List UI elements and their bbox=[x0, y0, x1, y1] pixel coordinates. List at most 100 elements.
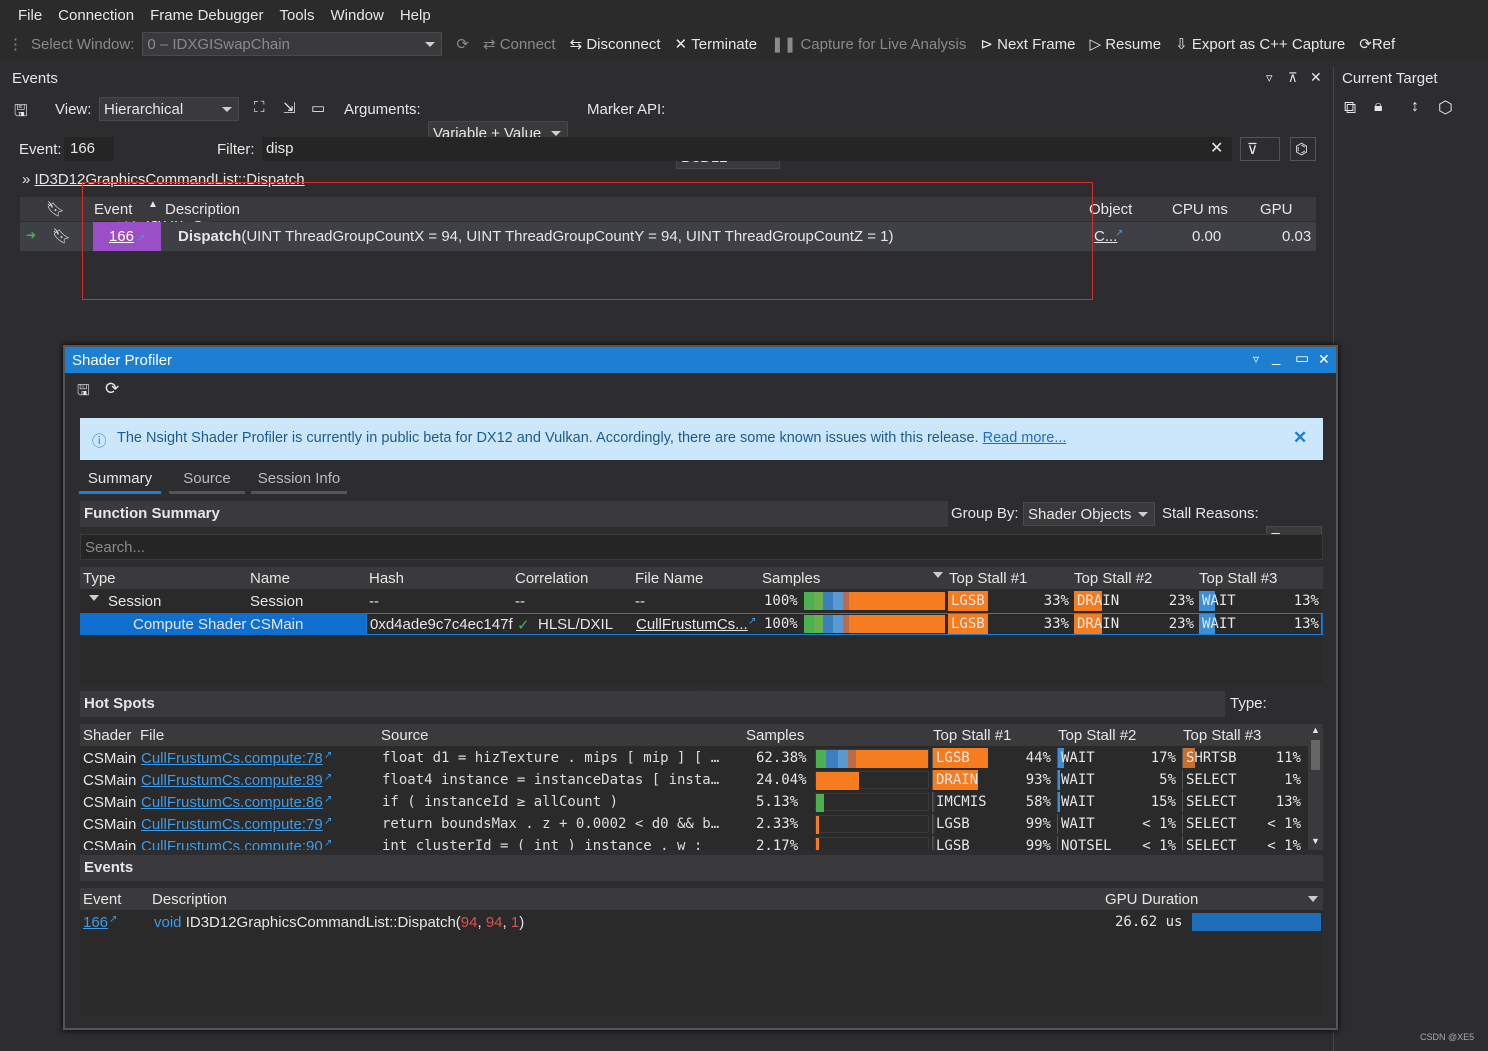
panel-menu-icon[interactable]: ▿ bbox=[1266, 70, 1273, 86]
bookmark-icon[interactable]: 🔖︎ bbox=[46, 200, 65, 218]
hs-col-stall1[interactable]: Top Stall #1 bbox=[933, 727, 1011, 744]
check-icon: ✓ bbox=[517, 617, 530, 634]
search-input[interactable]: Search... bbox=[80, 534, 1323, 560]
maximize-icon[interactable]: ▭ bbox=[1295, 349, 1309, 367]
next-frame-button[interactable]: ⊳ Next Frame bbox=[980, 35, 1075, 54]
lock-icon[interactable]: 🔒︎ bbox=[1374, 98, 1383, 116]
clear-filter-icon[interactable]: ✕ bbox=[1210, 138, 1223, 158]
expand-icon[interactable]: ⛶ bbox=[254, 99, 265, 116]
read-more-link[interactable]: Read more... bbox=[983, 430, 1067, 446]
hs-col-samples[interactable]: Samples bbox=[746, 727, 804, 744]
copy-icon[interactable]: ⧉ bbox=[1344, 98, 1356, 118]
menu-window[interactable]: Window bbox=[330, 7, 383, 24]
collapse-icon[interactable]: ⇲ bbox=[283, 99, 296, 117]
table-row[interactable]: CSMain CullFrustumCs.compute:78 ↗ float d1 … bbox=[80, 747, 1308, 769]
menu-tools[interactable]: Tools bbox=[279, 7, 314, 24]
vertical-scrollbar[interactable]: ▲ ▼ bbox=[1308, 724, 1323, 850]
ev-event-link[interactable]: 166 bbox=[83, 914, 108, 931]
resume-button[interactable]: ▷ Resume bbox=[1089, 35, 1161, 54]
resize-vertical-icon[interactable]: ↕ bbox=[1411, 98, 1419, 116]
menu-connection[interactable]: Connection bbox=[58, 7, 134, 24]
tab-session-info-label: Session Info bbox=[257, 470, 341, 487]
fs-col-stall3[interactable]: Top Stall #3 bbox=[1199, 570, 1277, 587]
refresh-icon[interactable]: ⟳ bbox=[105, 379, 119, 399]
stall2-pct: < 1% bbox=[1142, 838, 1176, 850]
select-window-value: 0 – IDXGISwapChain bbox=[147, 35, 290, 53]
export-button[interactable]: ⇩ Export as C++ Capture bbox=[1175, 35, 1345, 54]
terminate-button[interactable]: ✕ Terminate bbox=[675, 35, 758, 54]
scroll-up-icon[interactable]: ▲ bbox=[1311, 725, 1320, 735]
connect-button[interactable]: ⇄ Connect bbox=[483, 35, 556, 54]
fs-col-stall2[interactable]: Top Stall #2 bbox=[1074, 570, 1152, 587]
dropdown-icon[interactable]: ▿ bbox=[1253, 352, 1259, 366]
fs-col-stall1[interactable]: Top Stall #1 bbox=[949, 570, 1027, 587]
minimize-icon[interactable]: _ bbox=[1272, 349, 1280, 366]
close-icon[interactable]: ✕ bbox=[1318, 351, 1330, 368]
tag-icon[interactable]: ⌬ bbox=[1290, 137, 1316, 161]
hs-col-stall2[interactable]: Top Stall #2 bbox=[1058, 727, 1136, 744]
table-row[interactable]: CSMain CullFrustumCs.compute:90 ↗ int clust… bbox=[80, 835, 1308, 850]
table-row[interactable]: 166 ↗ void ID3D12GraphicsCommandList::Di… bbox=[80, 911, 1323, 933]
group-by-combo[interactable]: Shader Objects bbox=[1023, 502, 1155, 526]
menu-file[interactable]: File bbox=[18, 7, 42, 24]
view-combo[interactable]: Hierarchical bbox=[99, 97, 239, 121]
table-row[interactable]: Compute Shader CSMain 0xd4ade9c7c4ec147f… bbox=[80, 613, 1323, 635]
col-cpu[interactable]: CPU ms bbox=[1172, 201, 1228, 218]
pin-icon[interactable]: ⊼ bbox=[1288, 70, 1298, 86]
tab-summary[interactable]: Summary bbox=[79, 468, 161, 494]
refresh-button[interactable]: ⟳ Ref bbox=[1359, 35, 1396, 54]
ev-col-gpu-duration[interactable]: GPU Duration bbox=[1105, 891, 1198, 908]
close-icon[interactable]: ✕ bbox=[1310, 69, 1322, 86]
hs-file-link[interactable]: CullFrustumCs.compute:89 bbox=[141, 772, 323, 789]
save-icon[interactable]: 🖫 bbox=[14, 100, 28, 127]
menu-help[interactable]: Help bbox=[400, 7, 431, 24]
dismiss-banner-icon[interactable]: ✕ bbox=[1293, 428, 1307, 448]
hs-file-link[interactable]: CullFrustumCs.compute:90 bbox=[141, 838, 323, 850]
bookmark-icon[interactable]: 🔖︎ bbox=[52, 227, 71, 245]
filter-input[interactable]: disp bbox=[262, 137, 1232, 161]
fs-col-type[interactable]: Type bbox=[83, 570, 116, 587]
refresh-icon[interactable]: ⟳ bbox=[456, 35, 469, 53]
fs-file-link[interactable]: CullFrustumCs... bbox=[636, 616, 748, 633]
hs-col-stall3[interactable]: Top Stall #3 bbox=[1183, 727, 1261, 744]
menu-bar: File Connection Frame Debugger Tools Win… bbox=[0, 0, 1488, 30]
capture-button[interactable]: ❚❚ Capture for Live Analysis bbox=[771, 35, 966, 54]
stall3-name: SHRTSB bbox=[1186, 750, 1237, 766]
table-row[interactable]: CSMain CullFrustumCs.compute:79 ↗ return bo… bbox=[80, 813, 1308, 835]
tab-source[interactable]: Source bbox=[169, 468, 245, 494]
event-number-input[interactable]: 166 bbox=[64, 137, 114, 161]
object-link[interactable]: C... bbox=[1094, 228, 1117, 245]
fs-col-samples[interactable]: Samples bbox=[762, 570, 820, 587]
menu-frame-debugger[interactable]: Frame Debugger bbox=[150, 7, 263, 24]
hs-file-link[interactable]: CullFrustumCs.compute:79 bbox=[141, 816, 323, 833]
stall1-cell: LGSB 99% bbox=[932, 814, 1053, 834]
chevron-down-icon[interactable] bbox=[89, 595, 99, 601]
cube-icon[interactable]: ⬡ bbox=[1438, 98, 1453, 118]
refresh-label: Ref bbox=[1371, 35, 1396, 53]
fs-header-row: Type Name Hash Correlation File Name Sam… bbox=[80, 567, 1323, 589]
fs-col-name[interactable]: Name bbox=[250, 570, 290, 587]
fs-col-file-name[interactable]: File Name bbox=[635, 570, 703, 587]
fs-col-correlation[interactable]: Correlation bbox=[515, 570, 588, 587]
hs-col-source[interactable]: Source bbox=[381, 727, 429, 744]
hs-samples: 2.33% bbox=[756, 816, 799, 832]
table-row[interactable]: CSMain CullFrustumCs.compute:86 ↗ if ( inst… bbox=[80, 791, 1308, 813]
tab-session-info[interactable]: Session Info bbox=[251, 468, 347, 494]
filter-options-button[interactable]: ⊽ bbox=[1240, 137, 1280, 161]
disconnect-button[interactable]: ⇆ Disconnect bbox=[570, 35, 661, 54]
table-row[interactable]: CSMain CullFrustumCs.compute:89 ↗ float4 in… bbox=[80, 769, 1308, 791]
scroll-down-icon[interactable]: ▼ bbox=[1311, 836, 1320, 846]
hs-col-file[interactable]: File bbox=[140, 727, 164, 744]
select-window-combo[interactable]: 0 – IDXGISwapChain bbox=[142, 32, 443, 56]
ev-col-event[interactable]: Event bbox=[83, 891, 121, 908]
hs-file-link[interactable]: CullFrustumCs.compute:86 bbox=[141, 794, 323, 811]
columns-icon[interactable]: ▭ bbox=[311, 99, 325, 117]
fs-col-hash[interactable]: Hash bbox=[369, 570, 404, 587]
table-row[interactable]: Session Session -- -- -- 100% LGSB 33% DR… bbox=[80, 590, 1323, 612]
col-object[interactable]: Object bbox=[1089, 201, 1132, 218]
save-icon[interactable]: 🖫 bbox=[77, 380, 90, 405]
hs-col-shader[interactable]: Shader bbox=[83, 727, 131, 744]
ev-col-description[interactable]: Description bbox=[152, 891, 227, 908]
hs-file-link[interactable]: CullFrustumCs.compute:78 bbox=[141, 750, 323, 767]
scrollbar-thumb[interactable] bbox=[1311, 740, 1320, 770]
